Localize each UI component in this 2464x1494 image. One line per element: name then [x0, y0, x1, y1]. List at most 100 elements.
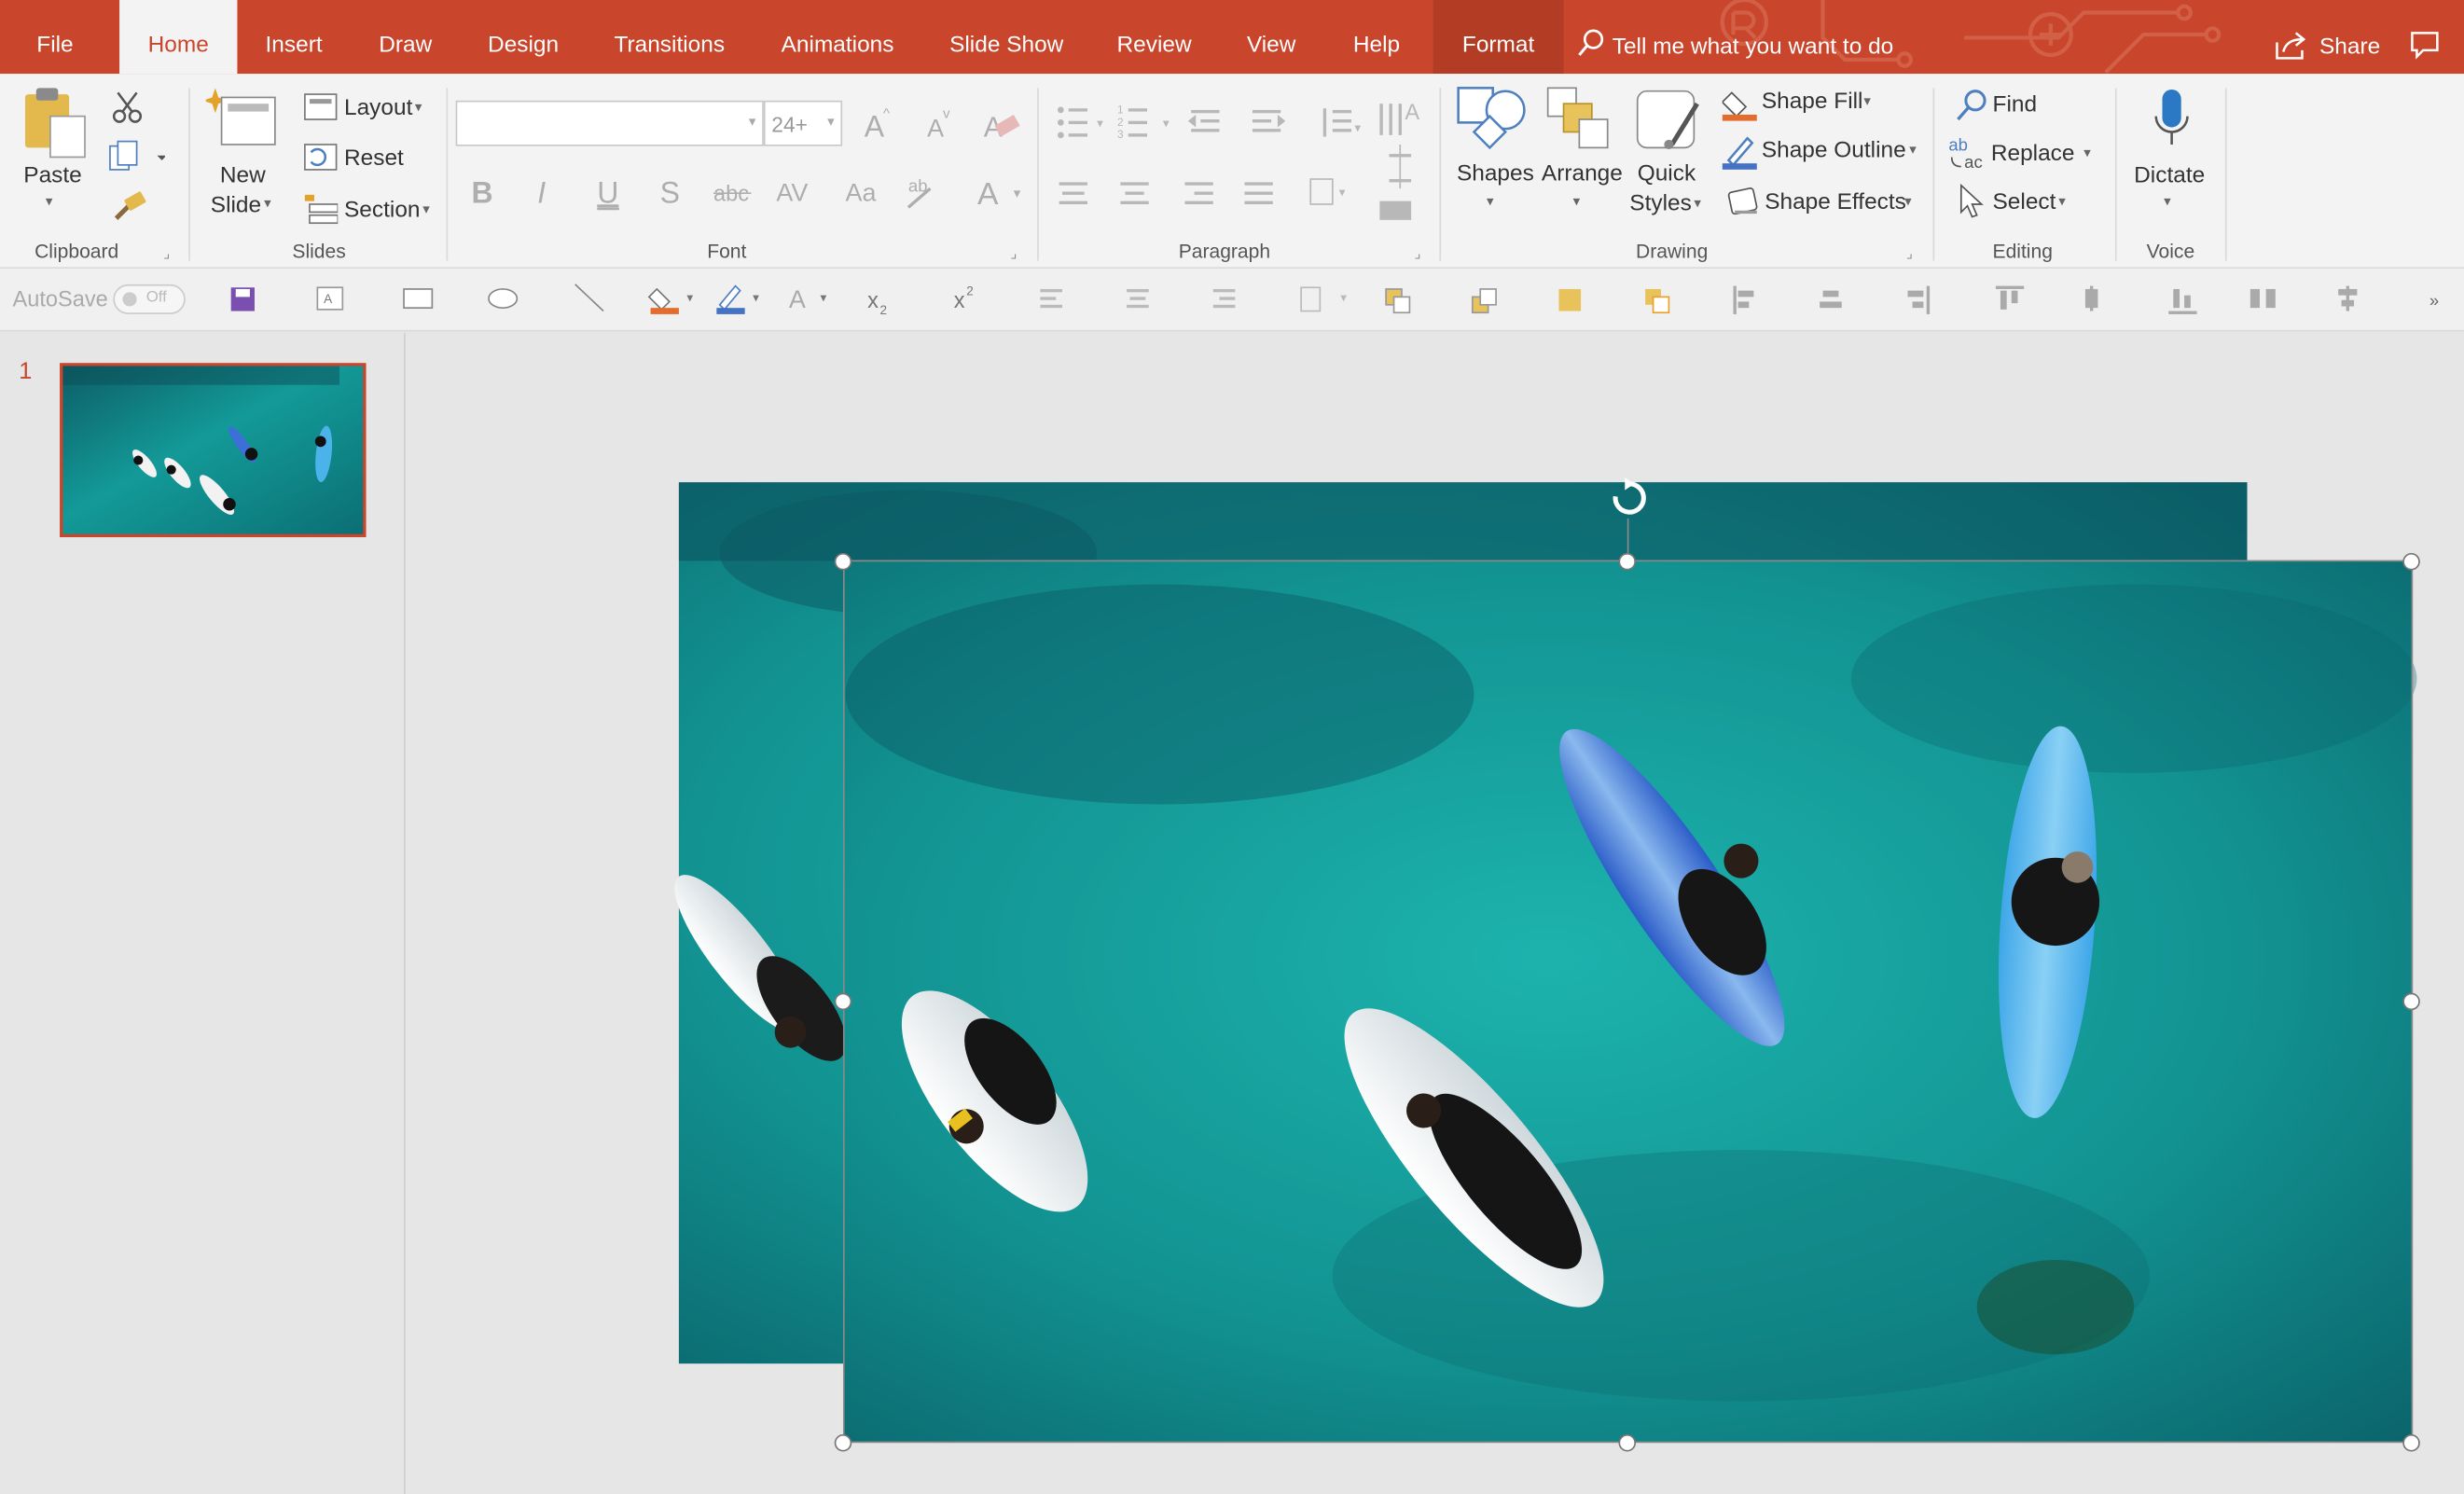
resize-handle-bottom-left[interactable] [834, 1433, 852, 1452]
font-group-label: Font [707, 240, 747, 263]
resize-handle-bottom[interactable] [1618, 1433, 1637, 1452]
resize-handle-top-left[interactable] [834, 552, 852, 571]
font-size-box[interactable]: 24+ ▾ [763, 100, 843, 146]
shape-effects-button[interactable]: Shape Effects [1765, 190, 1906, 215]
separator [188, 88, 190, 261]
shape-fill-dropdown-arrow[interactable]: ▾ [1863, 92, 1871, 110]
tab-design[interactable]: Design [481, 0, 566, 74]
tab-view[interactable]: View [1239, 0, 1302, 74]
powerpoint-window: File Home Insert Draw Design Transitions… [0, 0, 2464, 1494]
layout-button[interactable]: Layout [344, 96, 412, 121]
replace-icon: abac [1948, 135, 1983, 170]
tab-transitions[interactable]: Transitions [608, 0, 730, 74]
qat-tools[interactable]: A ▾ ▾ A ▾ x2 x2 ▾ » [220, 276, 2452, 324]
arrange-button[interactable]: Arrange [1542, 162, 1623, 187]
separator [2224, 88, 2227, 261]
quick-styles-icon [1636, 90, 1699, 150]
slide-canvas[interactable] [406, 333, 2464, 1494]
shape-effects-dropdown-arrow[interactable]: ▾ [1904, 193, 1912, 211]
svg-text:▾: ▾ [1354, 121, 1361, 135]
paragraph-tools[interactable]: ▾ 123 ▾ ▾ A ▾ [1053, 97, 1436, 229]
slides-group-label: Slides [292, 240, 346, 263]
shape-effects-icon [1727, 187, 1758, 215]
tab-animations[interactable]: Animations [773, 0, 902, 74]
autosave-toggle[interactable]: Off [113, 284, 186, 314]
tab-insert[interactable]: Insert [257, 0, 330, 74]
tab-review[interactable]: Review [1111, 0, 1197, 74]
shape-outline-button[interactable]: Shape Outline [1762, 138, 1906, 163]
svg-text:▾: ▾ [821, 290, 827, 304]
font-format-tools[interactable]: B I U S abc AV Aa ab A ▾ [468, 170, 1034, 217]
svg-text:x: x [954, 288, 965, 312]
shape-outline-dropdown-arrow[interactable]: ▾ [1909, 142, 1917, 159]
font-launcher-icon[interactable]: ⌟ [1010, 245, 1017, 263]
paste-dropdown-arrow[interactable]: ▾ [46, 193, 53, 211]
tell-me-search[interactable]: Tell me what you want to do [1613, 0, 1894, 74]
comment-icon[interactable] [2409, 30, 2441, 60]
svg-text:B: B [471, 175, 492, 209]
resize-handle-top[interactable] [1618, 552, 1637, 571]
paste-button[interactable]: Paste [23, 163, 82, 188]
resize-handle-left[interactable] [834, 992, 852, 1011]
scissors-icon[interactable] [110, 90, 145, 124]
dictate-dropdown-arrow[interactable]: ▾ [2164, 193, 2171, 211]
tab-home[interactable]: Home [119, 0, 238, 75]
slide-thumbnail[interactable] [60, 363, 367, 538]
replace-dropdown-arrow[interactable]: ▾ [2083, 145, 2091, 162]
new-slide-label[interactable]: Slide [211, 193, 261, 218]
svg-text:A: A [324, 292, 332, 306]
resize-handle-top-right[interactable] [2402, 552, 2420, 571]
font-name-dropdown-arrow[interactable]: ▾ [749, 113, 756, 131]
clipboard-group-label: Clipboard [35, 240, 119, 263]
replace-button[interactable]: Replace [1991, 142, 2075, 167]
quick-styles-button[interactable]: Quick [1638, 162, 1696, 187]
resize-handle-bottom-right[interactable] [2402, 1433, 2420, 1452]
quick-styles-label[interactable]: Styles [1629, 192, 1692, 217]
autosave-label: AutoSave [12, 285, 108, 311]
arrange-dropdown-arrow[interactable]: ▾ [1573, 193, 1581, 211]
new-slide-dropdown-arrow[interactable]: ▾ [264, 195, 271, 213]
font-size-tools[interactable]: A^ Av A [861, 104, 1031, 145]
section-button[interactable]: Section [344, 198, 421, 223]
layout-dropdown-arrow[interactable]: ▾ [415, 99, 422, 117]
shape-fill-button[interactable]: Shape Fill [1762, 90, 1863, 115]
tab-slide-show[interactable]: Slide Show [945, 0, 1069, 74]
svg-text:▾: ▾ [1097, 116, 1103, 130]
new-slide-button[interactable]: New [220, 163, 266, 188]
tab-draw[interactable]: Draw [372, 0, 438, 74]
copy-icon[interactable] [108, 140, 165, 174]
clipboard-launcher-icon[interactable]: ⌟ [163, 245, 170, 263]
separator [446, 88, 449, 261]
svg-text:U: U [597, 175, 618, 209]
quick-styles-dropdown-arrow[interactable]: ▾ [1694, 195, 1701, 213]
font-size-dropdown-arrow[interactable]: ▾ [827, 113, 835, 131]
tab-file[interactable]: File [22, 0, 89, 74]
shapes-dropdown-arrow[interactable]: ▾ [1487, 193, 1494, 211]
find-button[interactable]: Find [1993, 92, 2038, 118]
reset-button[interactable]: Reset [344, 146, 404, 172]
drawing-launcher-icon[interactable]: ⌟ [1906, 245, 1913, 263]
section-dropdown-arrow[interactable]: ▾ [422, 201, 430, 219]
tab-help[interactable]: Help [1345, 0, 1407, 74]
paragraph-launcher-icon[interactable]: ⌟ [1414, 245, 1420, 263]
new-slide-icon [205, 88, 276, 145]
search-icon [1578, 29, 1604, 56]
separator [1037, 88, 1039, 261]
separator [1439, 88, 1442, 261]
svg-text:ac: ac [1964, 152, 1983, 170]
dictate-button[interactable]: Dictate [2134, 163, 2205, 188]
svg-text:A: A [977, 177, 999, 212]
select-button[interactable]: Select [1993, 190, 2056, 215]
select-dropdown-arrow[interactable]: ▾ [2058, 193, 2066, 211]
resize-handle-right[interactable] [2402, 992, 2420, 1011]
svg-text:x: x [867, 288, 879, 312]
shapes-button[interactable]: Shapes [1457, 162, 1534, 187]
svg-text:▾: ▾ [1163, 116, 1170, 130]
layout-icon [304, 93, 338, 120]
tab-format[interactable]: Format [1433, 0, 1564, 75]
share-button[interactable]: Share [2319, 0, 2380, 74]
format-painter-icon[interactable] [110, 190, 147, 225]
find-icon [1957, 90, 1986, 121]
font-name-box[interactable]: ▾ [455, 100, 764, 146]
svg-text:2: 2 [880, 303, 888, 317]
